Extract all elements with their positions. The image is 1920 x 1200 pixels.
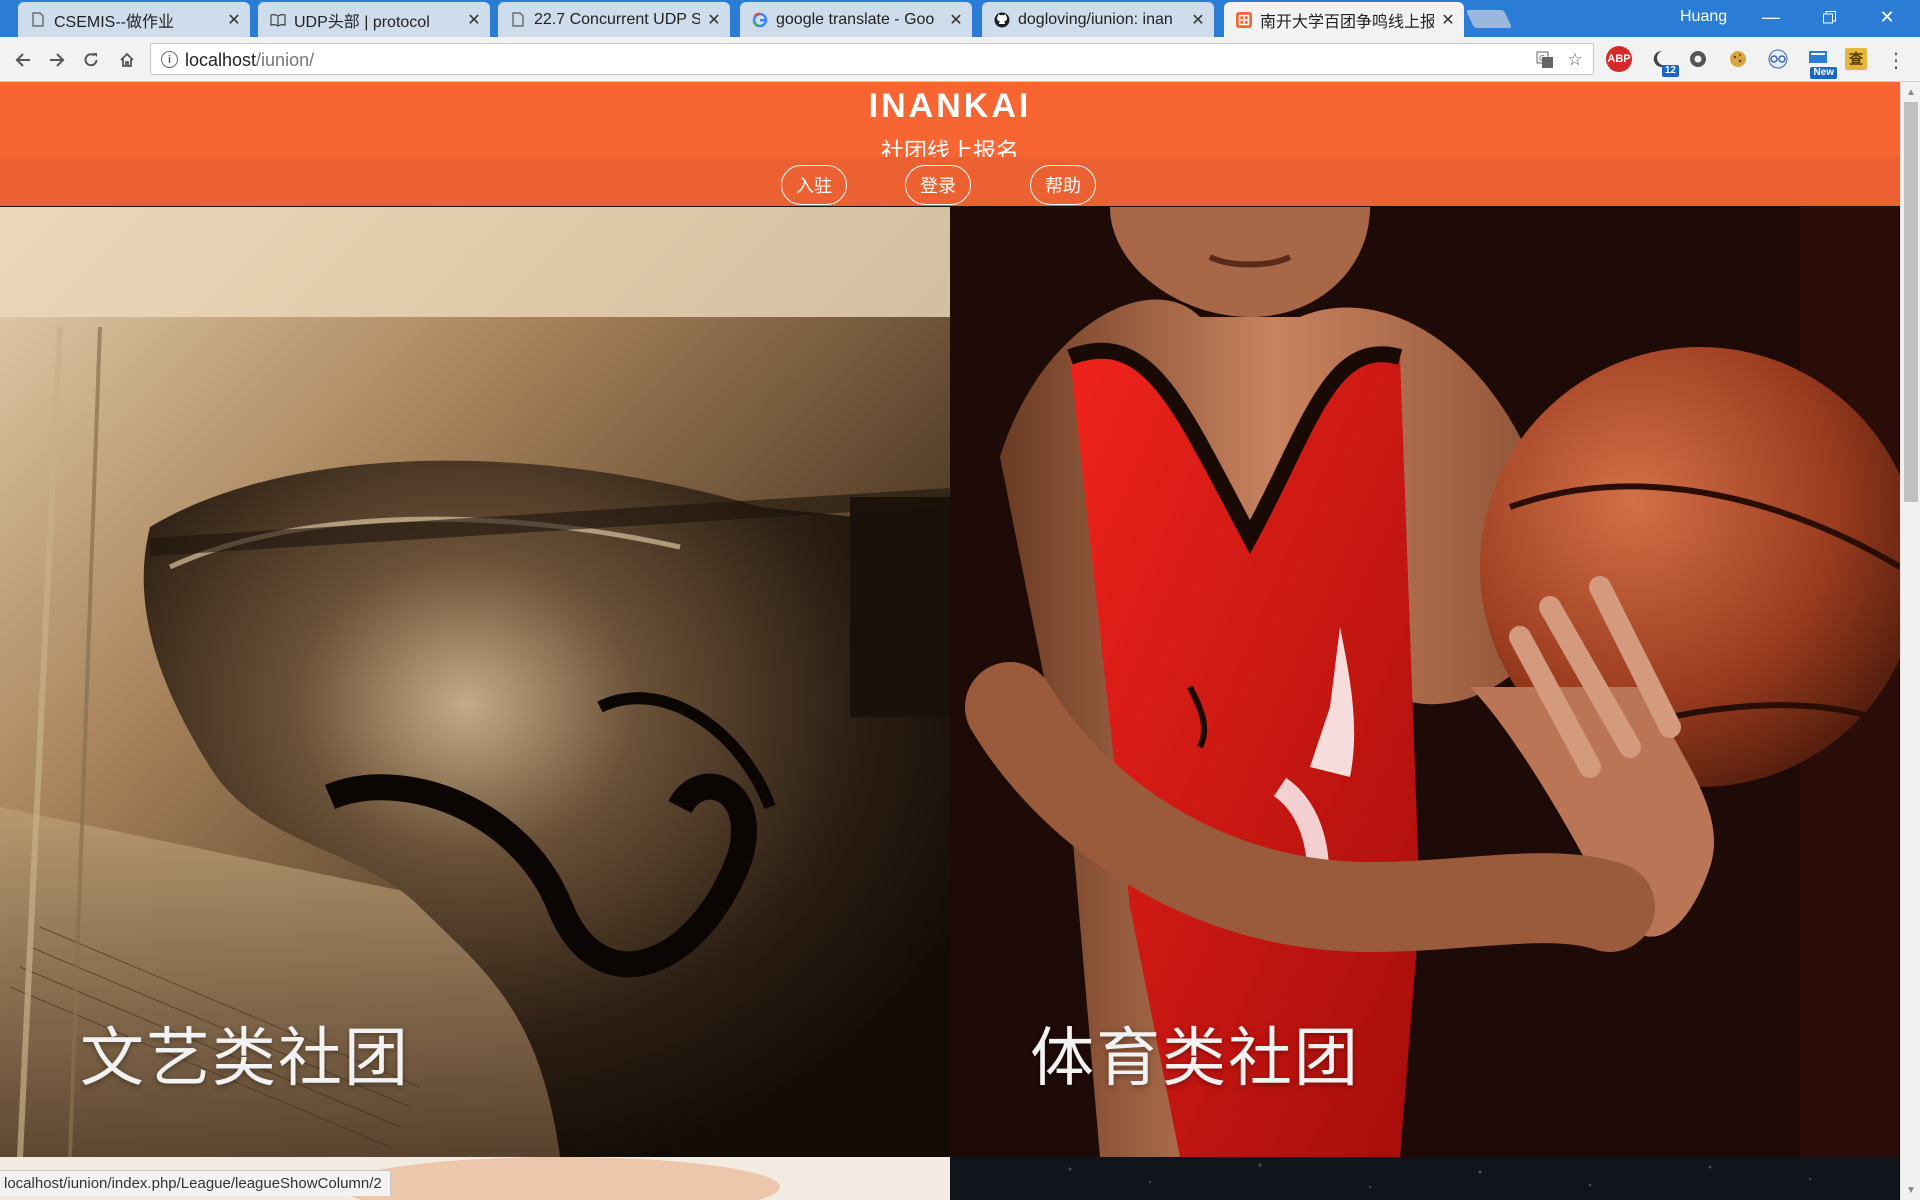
page-scrollbar[interactable]: ▲ ▼ [1900, 82, 1920, 1200]
new-tab-button[interactable] [1465, 10, 1513, 28]
page-icon [30, 12, 46, 28]
tab-title: 22.7 Concurrent UDP S [534, 10, 700, 28]
tab-title: 南开大学百团争鸣线上报 [1260, 13, 1434, 31]
page-icon [510, 12, 526, 28]
dictionary-extension-icon[interactable]: 查 [1845, 48, 1867, 70]
page-viewport: INANKAI 社团线上报名 入驻 登录 帮助 文艺类社团 体育类社团 [0, 82, 1900, 1200]
tab-title: CSEMIS--做作业 [54, 13, 175, 31]
tab-title: UDP头部 | protocol [294, 13, 430, 31]
tab-title: google translate - Goo [776, 10, 935, 28]
glasses-extension-icon[interactable] [1765, 46, 1791, 72]
extension-badge: 12 [1661, 65, 1679, 77]
sports-club-panel[interactable]: 体育类社团 [950, 207, 1900, 1157]
login-button[interactable]: 登录 [905, 165, 971, 205]
tab-github[interactable]: dogloving/iunion: inan ✕ [982, 2, 1214, 37]
reload-icon [84, 53, 98, 67]
close-icon[interactable]: ✕ [466, 12, 482, 29]
browser-title-bar: CSEMIS--做作业 ✕ UDP头部 | protocol ✕ 22.7 Co… [0, 0, 1920, 37]
reload-button[interactable] [76, 45, 106, 75]
site-icon [1236, 11, 1252, 28]
google-icon [752, 12, 768, 28]
scroll-down-arrow-icon[interactable]: ▼ [1901, 1182, 1920, 1198]
scroll-up-arrow-icon[interactable]: ▲ [1901, 84, 1920, 100]
site-nav: 入驻 登录 帮助 [0, 157, 1900, 206]
forward-arrow-icon [50, 53, 65, 67]
github-icon [994, 12, 1010, 28]
site-brand[interactable]: INANKAI [0, 87, 1900, 126]
address-bar[interactable]: i localhost/iunion/ G ☆ [150, 43, 1594, 75]
site-header: INANKAI 社团线上报名 [0, 82, 1900, 164]
book-icon [270, 12, 286, 28]
arts-club-panel[interactable]: 文艺类社团 [0, 207, 950, 1157]
tab-udp[interactable]: UDP头部 | protocol ✕ [258, 2, 490, 37]
svg-text:G: G [1539, 54, 1545, 63]
translate-icon[interactable]: G [1535, 50, 1555, 70]
back-arrow-icon [15, 53, 30, 67]
browser-toolbar: i localhost/iunion/ G ☆ ABP 12 New 查 ⋮ [0, 37, 1920, 82]
tab-concurrent-udp[interactable]: 22.7 Concurrent UDP S ✕ [498, 2, 730, 37]
next-panel-right-image [950, 1157, 1900, 1200]
info-icon[interactable]: i [161, 51, 178, 68]
profile-name[interactable]: Huang [1680, 8, 1727, 26]
close-icon[interactable]: ✕ [1190, 12, 1206, 29]
browser-menu-icon[interactable]: ⋮ [1886, 46, 1906, 74]
join-button[interactable]: 入驻 [781, 165, 847, 205]
settings-extension-icon[interactable] [1685, 46, 1711, 72]
tab-google-translate[interactable]: google translate - Goo ✕ [740, 2, 972, 37]
moon-extension-icon[interactable]: 12 [1646, 46, 1679, 77]
close-icon[interactable]: ✕ [1440, 12, 1456, 29]
url-text[interactable]: localhost/iunion/ [185, 50, 314, 71]
tab-csemis[interactable]: CSEMIS--做作业 ✕ [18, 2, 250, 37]
back-button[interactable] [8, 45, 38, 75]
minimize-icon[interactable]: — [1742, 0, 1800, 34]
next-panel-right[interactable] [950, 1157, 1900, 1200]
home-button[interactable] [112, 45, 142, 75]
tab-title: dogloving/iunion: inan [1018, 10, 1173, 28]
forward-button[interactable] [42, 45, 72, 75]
extension-badge: New [1810, 67, 1837, 79]
close-window-icon[interactable]: ✕ [1858, 0, 1916, 34]
adblock-icon[interactable]: ABP [1606, 46, 1632, 72]
restore-icon[interactable] [1800, 0, 1858, 34]
close-icon[interactable]: ✕ [948, 12, 964, 29]
bookmark-star-icon[interactable]: ☆ [1565, 50, 1585, 70]
home-icon [120, 52, 134, 67]
new-extension-icon[interactable]: New [1805, 46, 1837, 79]
close-icon[interactable]: ✕ [706, 12, 722, 29]
tab-nankai-active[interactable]: 南开大学百团争鸣线上报 ✕ [1224, 2, 1464, 37]
cookie-extension-icon[interactable] [1725, 46, 1751, 72]
status-url-bubble: localhost/iunion/index.php/League/league… [0, 1170, 391, 1196]
arts-club-label[interactable]: 文艺类社团 [80, 1007, 410, 1099]
scroll-thumb[interactable] [1904, 102, 1918, 502]
sports-club-label[interactable]: 体育类社团 [1030, 1007, 1360, 1099]
close-icon[interactable]: ✕ [226, 12, 242, 29]
help-button[interactable]: 帮助 [1030, 165, 1096, 205]
